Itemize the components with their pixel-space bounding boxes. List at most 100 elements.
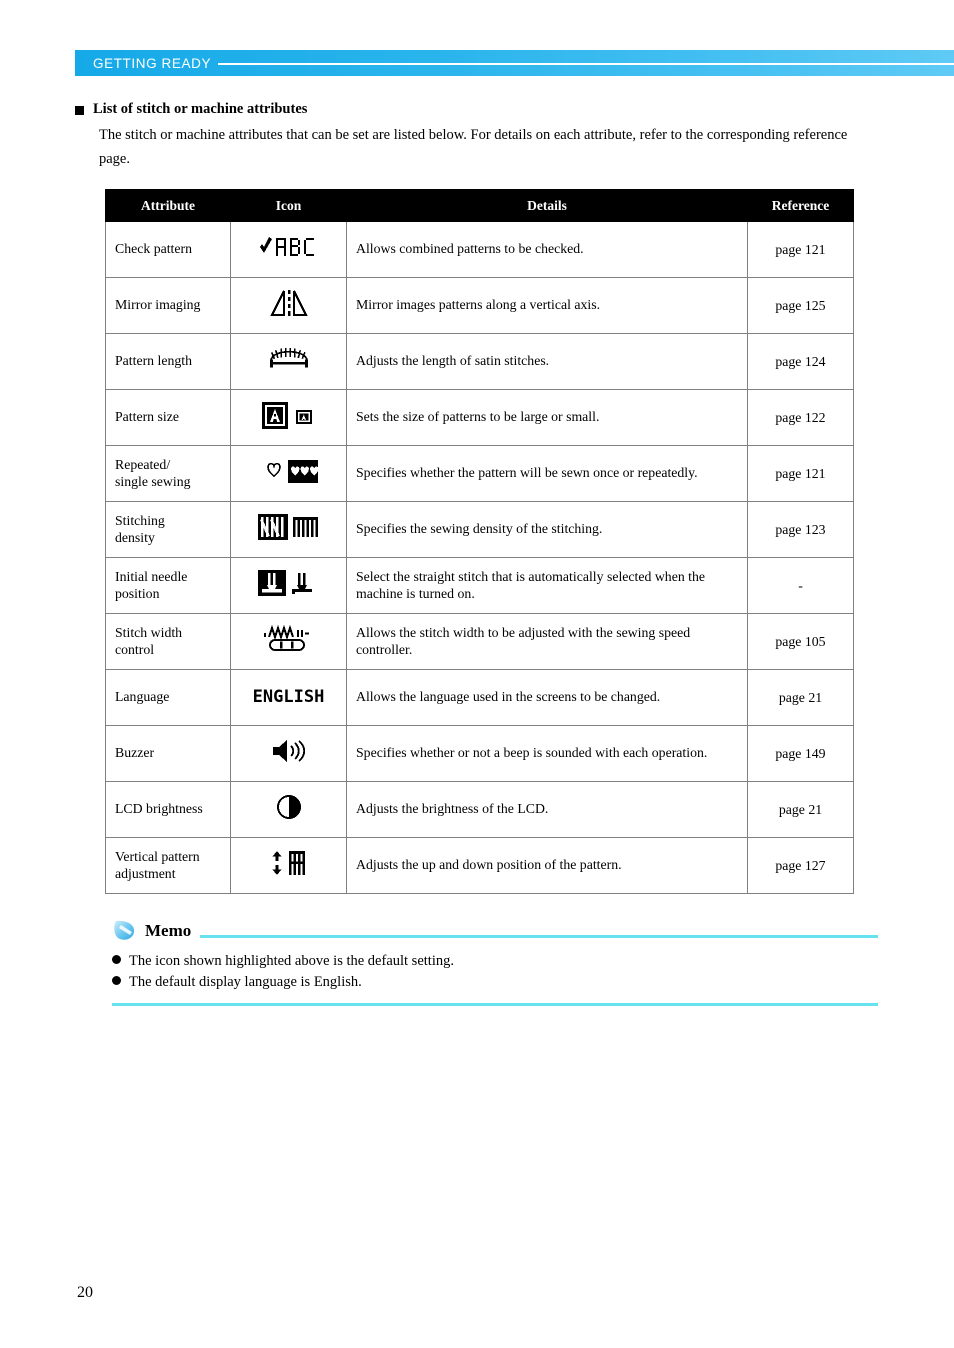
table-row: Pattern size Sets the size of patterns t… xyxy=(105,389,854,446)
cell-details: Allows combined patterns to be checked. xyxy=(346,221,748,278)
buzzer-speaker-icon xyxy=(267,736,311,766)
section-heading-text: List of stitch or machine attributes xyxy=(93,101,308,117)
cell-reference: page 121 xyxy=(747,221,854,278)
cell-reference: page 125 xyxy=(747,277,854,334)
pattern-size-icon xyxy=(260,399,318,431)
table-row: Stitch width control Allows the stitch w… xyxy=(105,613,854,670)
initial-needle-position-icon xyxy=(257,567,321,599)
section-heading: List of stitch or machine attributes xyxy=(75,101,307,118)
cell-details: Specifies whether the pattern will be se… xyxy=(346,445,748,502)
cell-attribute: Stitch width control xyxy=(105,613,231,670)
table-row: LCD brightness Adjusts the brightness of… xyxy=(105,781,854,838)
header-title: GETTING READY xyxy=(93,55,212,71)
column-header-details: Details xyxy=(346,189,748,222)
cell-details: Allows the stitch width to be adjusted w… xyxy=(346,613,748,670)
cell-details: Select the straight stitch that is autom… xyxy=(346,557,748,614)
memo-bullet-icon xyxy=(112,975,121,985)
cell-details: Adjusts the brightness of the LCD. xyxy=(346,781,748,838)
cell-icon xyxy=(230,725,347,782)
vertical-pattern-adjustment-icon xyxy=(266,847,312,879)
cell-attribute: Language xyxy=(105,669,231,726)
cell-attribute: Check pattern xyxy=(105,221,231,278)
cell-icon xyxy=(230,445,347,502)
table-row: Check pattern Allows combined patterns t… xyxy=(105,221,854,278)
cell-reference: page 21 xyxy=(747,781,854,838)
memo-header: Memo xyxy=(112,918,878,944)
memo-block: Memo The icon shown highlighted above is… xyxy=(112,918,878,1007)
cell-icon xyxy=(230,557,347,614)
memo-rule-top xyxy=(200,934,878,938)
cell-reference: page 149 xyxy=(747,725,854,782)
cell-icon xyxy=(230,781,347,838)
cell-details: Sets the size of patterns to be large or… xyxy=(346,389,748,446)
cell-icon xyxy=(230,501,347,558)
cell-reference: page 124 xyxy=(747,333,854,390)
pattern-length-icon xyxy=(264,344,314,374)
cell-details: Specifies whether or not a beep is sound… xyxy=(346,725,748,782)
cell-attribute: Initial needle position xyxy=(105,557,231,614)
memo-list-item: The default display language is English. xyxy=(112,972,878,993)
table-header-row: Attribute Icon Details Reference xyxy=(105,189,854,222)
section-body-text: The stitch or machine attributes that ca… xyxy=(99,127,848,167)
cell-icon: ENGLISH xyxy=(230,669,347,726)
cell-reference: page 21 xyxy=(747,669,854,726)
square-bullet-icon xyxy=(75,106,84,115)
column-header-icon: Icon xyxy=(230,189,347,222)
cell-icon xyxy=(230,333,347,390)
page-number: 20 xyxy=(77,1284,93,1301)
cell-attribute: Pattern size xyxy=(105,389,231,446)
stitch-attributes-table: Attribute Icon Details Reference Check p… xyxy=(105,189,854,894)
column-header-attribute: Attribute xyxy=(105,189,231,222)
cell-reference: page 122 xyxy=(747,389,854,446)
table-row: Initial needle position Select the strai… xyxy=(105,557,854,614)
memo-note-icon xyxy=(112,919,138,943)
table-row: Language ENGLISH Allows the language use… xyxy=(105,669,854,726)
cell-details: Mirror images patterns along a vertical … xyxy=(346,277,748,334)
table-row: Mirror imaging Mirror images patterns al… xyxy=(105,277,854,334)
table-header: Attribute Icon Details Reference xyxy=(105,189,854,222)
cell-reference: - xyxy=(747,557,854,614)
cell-attribute: Mirror imaging xyxy=(105,277,231,334)
table-body: Check pattern Allows combined patterns t… xyxy=(105,221,854,894)
cell-reference: page 105 xyxy=(747,613,854,670)
table-row: Vertical pattern adjustment Adjusts the … xyxy=(105,837,854,894)
cell-icon xyxy=(230,221,347,278)
memo-title: Memo xyxy=(145,921,192,940)
cell-attribute: Stitching density xyxy=(105,501,231,558)
check-abc-icon xyxy=(258,234,320,260)
cell-details: Adjusts the length of satin stitches. xyxy=(346,333,748,390)
column-header-reference: Reference xyxy=(747,189,854,222)
table-row: Pattern length Adjusts the length of sat… xyxy=(105,333,854,390)
cell-attribute: Repeated/ single sewing xyxy=(105,445,231,502)
cell-attribute: LCD brightness xyxy=(105,781,231,838)
cell-attribute: Pattern length xyxy=(105,333,231,390)
cell-attribute: Buzzer xyxy=(105,725,231,782)
repeated-single-sewing-icon xyxy=(258,455,320,487)
memo-rule-bottom xyxy=(112,1003,878,1007)
cell-icon xyxy=(230,613,347,670)
page-header-band: GETTING READY xyxy=(75,50,954,76)
cell-attribute: Vertical pattern adjustment xyxy=(105,837,231,894)
cell-reference: page 121 xyxy=(747,445,854,502)
cell-icon xyxy=(230,837,347,894)
cell-details: Specifies the sewing density of the stit… xyxy=(346,501,748,558)
memo-item-text: The icon shown highlighted above is the … xyxy=(129,953,454,969)
cell-details: Adjusts the up and down position of the … xyxy=(346,837,748,894)
stitch-width-control-icon xyxy=(258,623,320,655)
cell-reference: page 127 xyxy=(747,837,854,894)
memo-bullet-icon xyxy=(112,955,121,964)
cell-icon xyxy=(230,277,347,334)
memo-list: The icon shown highlighted above is the … xyxy=(112,951,878,992)
mirror-imaging-icon xyxy=(268,288,310,318)
stitching-density-icon xyxy=(257,511,321,543)
cell-icon xyxy=(230,389,347,446)
memo-list-item: The icon shown highlighted above is the … xyxy=(112,951,878,972)
memo-item-text: The default display language is English. xyxy=(129,973,362,990)
header-rule xyxy=(218,63,954,65)
table-row: Repeated/ single sewing Specifies whethe… xyxy=(105,445,854,502)
table-row: Stitching density Specifies the sewing d… xyxy=(105,501,854,558)
cell-reference: page 123 xyxy=(747,501,854,558)
lcd-brightness-icon xyxy=(274,792,304,822)
language-english-icon: ENGLISH xyxy=(252,686,325,707)
table-row: Buzzer Specifies whether or not a beep i… xyxy=(105,725,854,782)
